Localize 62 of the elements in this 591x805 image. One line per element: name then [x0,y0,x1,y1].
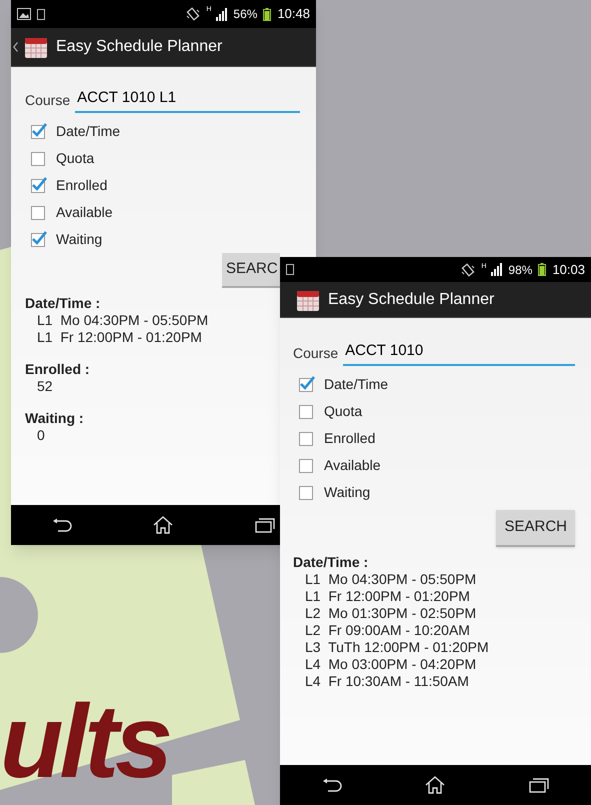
checkbox-label: Available [56,202,113,222]
checkbox[interactable] [298,456,316,474]
device-icon [286,264,294,275]
checkbox[interactable] [30,122,48,140]
result-heading: Enrolled : [25,360,91,378]
app-title: Easy Schedule Planner [56,37,222,57]
home-icon[interactable] [425,776,446,794]
course-label: Course [25,90,70,110]
result-line: L1 Mo 04:30PM - 05:50PM [36,312,210,328]
checkbox-label: Quota [56,148,94,168]
checkbox-label: Enrolled [324,428,376,448]
course-input-field[interactable]: ACCT 1010 L1 [75,87,300,112]
result-line: L1 Mo 04:30PM - 05:50PM [304,570,478,588]
checkbox[interactable] [298,429,316,447]
result-line: L2 Mo 01:30PM - 02:50PM [304,604,478,622]
checkbox[interactable] [298,375,316,393]
checkbox-label: Waiting [324,482,370,502]
app-title: Easy Schedule Planner [328,290,494,310]
background-text: ults [0,690,169,794]
checkbox-label: Date/Time [324,374,388,394]
checkbox[interactable] [30,149,48,167]
result-line: L1 Fr 12:00PM - 01:20PM [304,588,471,604]
result-heading: Waiting : [25,408,85,426]
checkbox-label: Waiting [56,230,102,249]
recent-apps-icon[interactable] [255,517,276,533]
result-line: L1 Fr 12:00PM - 01:20PM [36,328,203,346]
back-icon[interactable] [322,778,342,792]
back-icon[interactable] [52,518,72,532]
battery-icon [263,8,272,20]
vibrate-icon [186,7,200,21]
recent-apps-icon[interactable] [529,777,550,793]
result-line: 0 [36,426,46,444]
result-line: 52 [36,378,54,394]
vibrate-icon [461,262,476,276]
checkbox-label: Enrolled [56,176,108,194]
device-icon [37,8,45,20]
checkbox[interactable] [298,483,316,501]
checkbox[interactable] [30,176,48,194]
status-time: 10:48 [277,5,310,24]
checkbox[interactable] [30,230,48,248]
course-input-field[interactable]: ACCT 1010 [343,340,575,366]
result-heading: Date/Time : [25,294,102,312]
result-line: L3 TuTh 12:00PM - 01:20PM [304,638,490,656]
course-label: Course [293,344,338,362]
search-button[interactable]: SEARC [222,252,280,288]
calendar-icon [24,35,48,59]
checkbox-label: Available [324,456,381,474]
result-line: L4 Mo 03:00PM - 04:20PM [304,656,478,672]
status-time: 10:03 [552,260,585,279]
search-button[interactable]: SEARCH [496,510,575,546]
battery-percent: 98% [508,262,532,278]
battery-icon [538,263,546,276]
checkbox[interactable] [30,203,48,221]
back-caret-icon[interactable] [13,42,18,52]
checkbox[interactable] [298,402,316,420]
checkbox-label: Date/Time [56,122,120,140]
result-line: L2 Fr 09:00AM - 10:20AM [304,622,471,638]
checkbox-label: Quota [324,402,362,421]
result-heading: Date/Time : [293,552,370,570]
home-icon[interactable] [153,516,174,534]
battery-percent: 56% [233,6,258,23]
result-line: L4 Fr 10:30AM - 11:50AM [304,672,470,690]
